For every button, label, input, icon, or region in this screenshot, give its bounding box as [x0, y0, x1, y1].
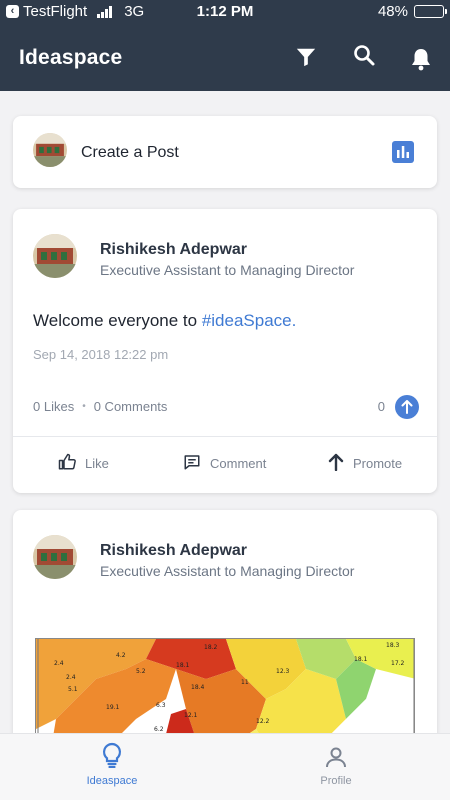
status-bar: ‹ TestFlight 3G 1:12 PM 48%: [0, 0, 450, 24]
map-region-label: 12.3: [276, 668, 290, 675]
map-region-label: 5.1: [68, 686, 78, 693]
filter-icon[interactable]: [293, 44, 319, 70]
post-card: Rishikesh Adepwar Executive Assistant to…: [13, 510, 437, 770]
promote-arrow-icon[interactable]: [395, 395, 419, 419]
avatar: [33, 133, 67, 167]
map-region-label: 18.1: [176, 662, 190, 669]
battery-percent: 48%: [377, 3, 408, 20]
comments-count[interactable]: 0 Comments: [94, 399, 168, 414]
map-region-label: 12.1: [184, 712, 198, 719]
create-post-card[interactable]: Create a Post: [13, 116, 437, 188]
search-icon[interactable]: [351, 42, 377, 68]
hashtag-link[interactable]: #ideaSpace.: [202, 311, 297, 330]
like-button[interactable]: Like: [58, 453, 109, 474]
thumbs-up-icon: [58, 453, 76, 474]
nav-item-ideaspace[interactable]: Ideaspace: [52, 742, 172, 787]
promote-count: 0: [377, 399, 385, 414]
comment-button[interactable]: Comment: [183, 453, 266, 474]
author-name[interactable]: Rishikesh Adepwar: [100, 542, 247, 560]
map-region-label: 12.2: [256, 718, 270, 725]
arrow-up-icon: [328, 453, 344, 474]
separator-dot: •: [82, 401, 86, 412]
app-bar: Ideaspace: [0, 24, 450, 91]
nav-label-ideaspace: Ideaspace: [86, 775, 138, 787]
bottom-nav: Ideaspace Profile: [0, 733, 450, 800]
person-icon: [325, 746, 347, 771]
map-region-label: 2.4: [66, 674, 76, 681]
promote-button[interactable]: Promote: [328, 453, 402, 474]
author-role: Executive Assistant to Managing Director: [100, 262, 355, 278]
poll-chart-icon[interactable]: [392, 141, 414, 163]
post-body-text: Welcome everyone to: [33, 311, 202, 330]
map-region-label: 5.2: [136, 668, 146, 675]
divider: [13, 436, 437, 437]
post-timestamp: Sep 14, 2018 12:22 pm: [33, 347, 169, 362]
battery-icon: [414, 5, 447, 18]
create-post-label[interactable]: Create a Post: [81, 144, 179, 162]
avatar[interactable]: [33, 234, 77, 278]
map-region-label: 6.3: [156, 702, 166, 709]
bell-icon[interactable]: [408, 46, 434, 72]
comment-icon: [183, 453, 201, 474]
nav-item-profile[interactable]: Profile: [276, 746, 396, 787]
map-region-label: 18.3: [386, 642, 400, 649]
map-region-label: 6.2: [154, 726, 164, 733]
post-text: Welcome everyone to #ideaSpace.: [33, 311, 296, 331]
nav-label-profile: Profile: [320, 775, 352, 787]
engagement-counts: 0 Likes • 0 Comments: [33, 399, 167, 414]
map-region-label: 18.1: [354, 656, 368, 663]
map-region-label: 4.2: [116, 652, 126, 659]
author-name[interactable]: Rishikesh Adepwar: [100, 241, 247, 259]
map-region-label: 19.1: [106, 704, 120, 711]
map-region-label: 17.2: [391, 660, 405, 667]
avatar[interactable]: [33, 535, 77, 579]
map-region-label: 18.2: [204, 644, 218, 651]
map-region-label: 18.4: [191, 684, 205, 691]
like-label: Like: [85, 456, 109, 471]
map-region-label: 2.4: [54, 660, 64, 667]
post-card: Rishikesh Adepwar Executive Assistant to…: [13, 209, 437, 493]
promote-label: Promote: [353, 456, 403, 471]
author-role: Executive Assistant to Managing Director: [100, 563, 355, 579]
map-region-label: 11: [241, 679, 249, 686]
lightbulb-icon: [101, 742, 123, 771]
app-title: Ideaspace: [19, 46, 123, 69]
post-actions: Like Comment Promote: [13, 453, 437, 477]
comment-label: Comment: [210, 456, 267, 471]
likes-count[interactable]: 0 Likes: [33, 399, 74, 414]
